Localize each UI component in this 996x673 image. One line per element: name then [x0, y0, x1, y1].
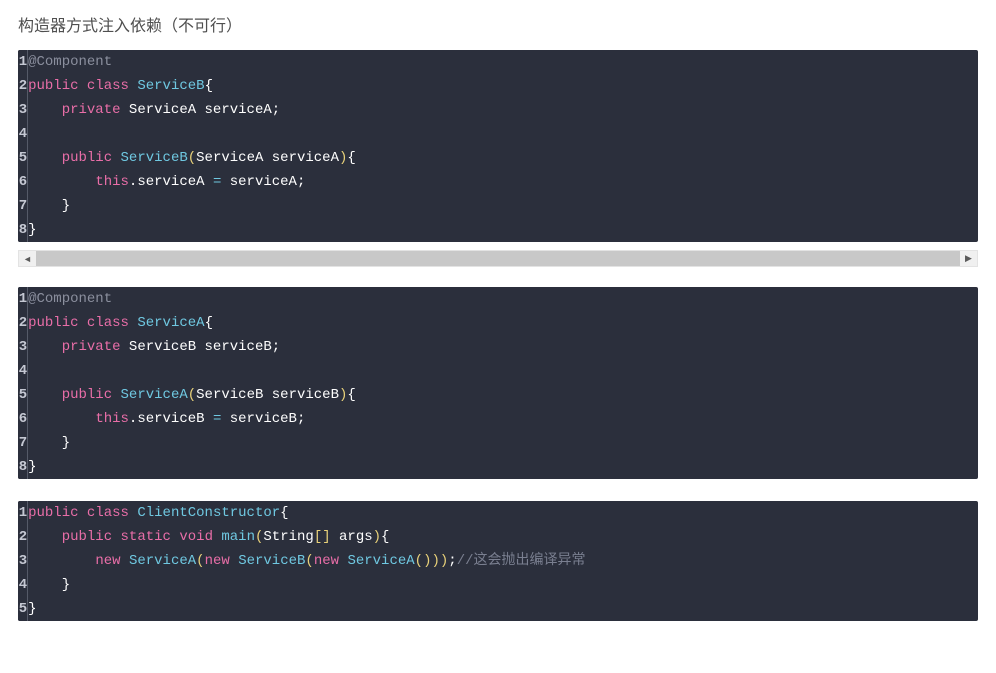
line-number: 6	[18, 407, 27, 431]
scrollbar-thumb[interactable]	[36, 251, 960, 266]
line-number: 1	[18, 50, 27, 74]
line-number: 3	[18, 98, 27, 122]
line-number: 5	[18, 597, 27, 621]
line-number: 3	[18, 335, 27, 359]
line-number: 4	[18, 573, 27, 597]
line-number: 2	[18, 74, 27, 98]
line-number: 8	[18, 218, 27, 242]
code-content[interactable]: @Component public class ServiceA{ privat…	[28, 287, 978, 479]
line-number: 6	[18, 170, 27, 194]
line-number-gutter: 12345678	[18, 287, 28, 479]
code-block: 12345public class ClientConstructor{ pub…	[18, 501, 978, 621]
section-heading: 构造器方式注入依赖（不可行）	[18, 12, 978, 36]
line-number: 7	[18, 194, 27, 218]
line-number: 1	[18, 501, 27, 525]
code-content[interactable]: @Component public class ServiceB{ privat…	[28, 50, 978, 242]
scroll-right-button[interactable]: ▶	[960, 251, 977, 266]
code-content[interactable]: public class ClientConstructor{ public s…	[28, 501, 978, 621]
scroll-left-button[interactable]: ◄	[19, 251, 36, 266]
line-number: 7	[18, 431, 27, 455]
line-number-gutter: 12345678	[18, 50, 28, 242]
line-number: 1	[18, 287, 27, 311]
code-block: 12345678@Component public class ServiceB…	[18, 50, 978, 242]
horizontal-scrollbar[interactable]: ◄▶	[18, 250, 978, 267]
line-number: 2	[18, 525, 27, 549]
line-number: 2	[18, 311, 27, 335]
line-number: 4	[18, 359, 27, 383]
line-number: 5	[18, 146, 27, 170]
line-number: 8	[18, 455, 27, 479]
line-number: 4	[18, 122, 27, 146]
line-number-gutter: 12345	[18, 501, 28, 621]
line-number: 5	[18, 383, 27, 407]
line-number: 3	[18, 549, 27, 573]
code-block: 12345678@Component public class ServiceA…	[18, 287, 978, 479]
